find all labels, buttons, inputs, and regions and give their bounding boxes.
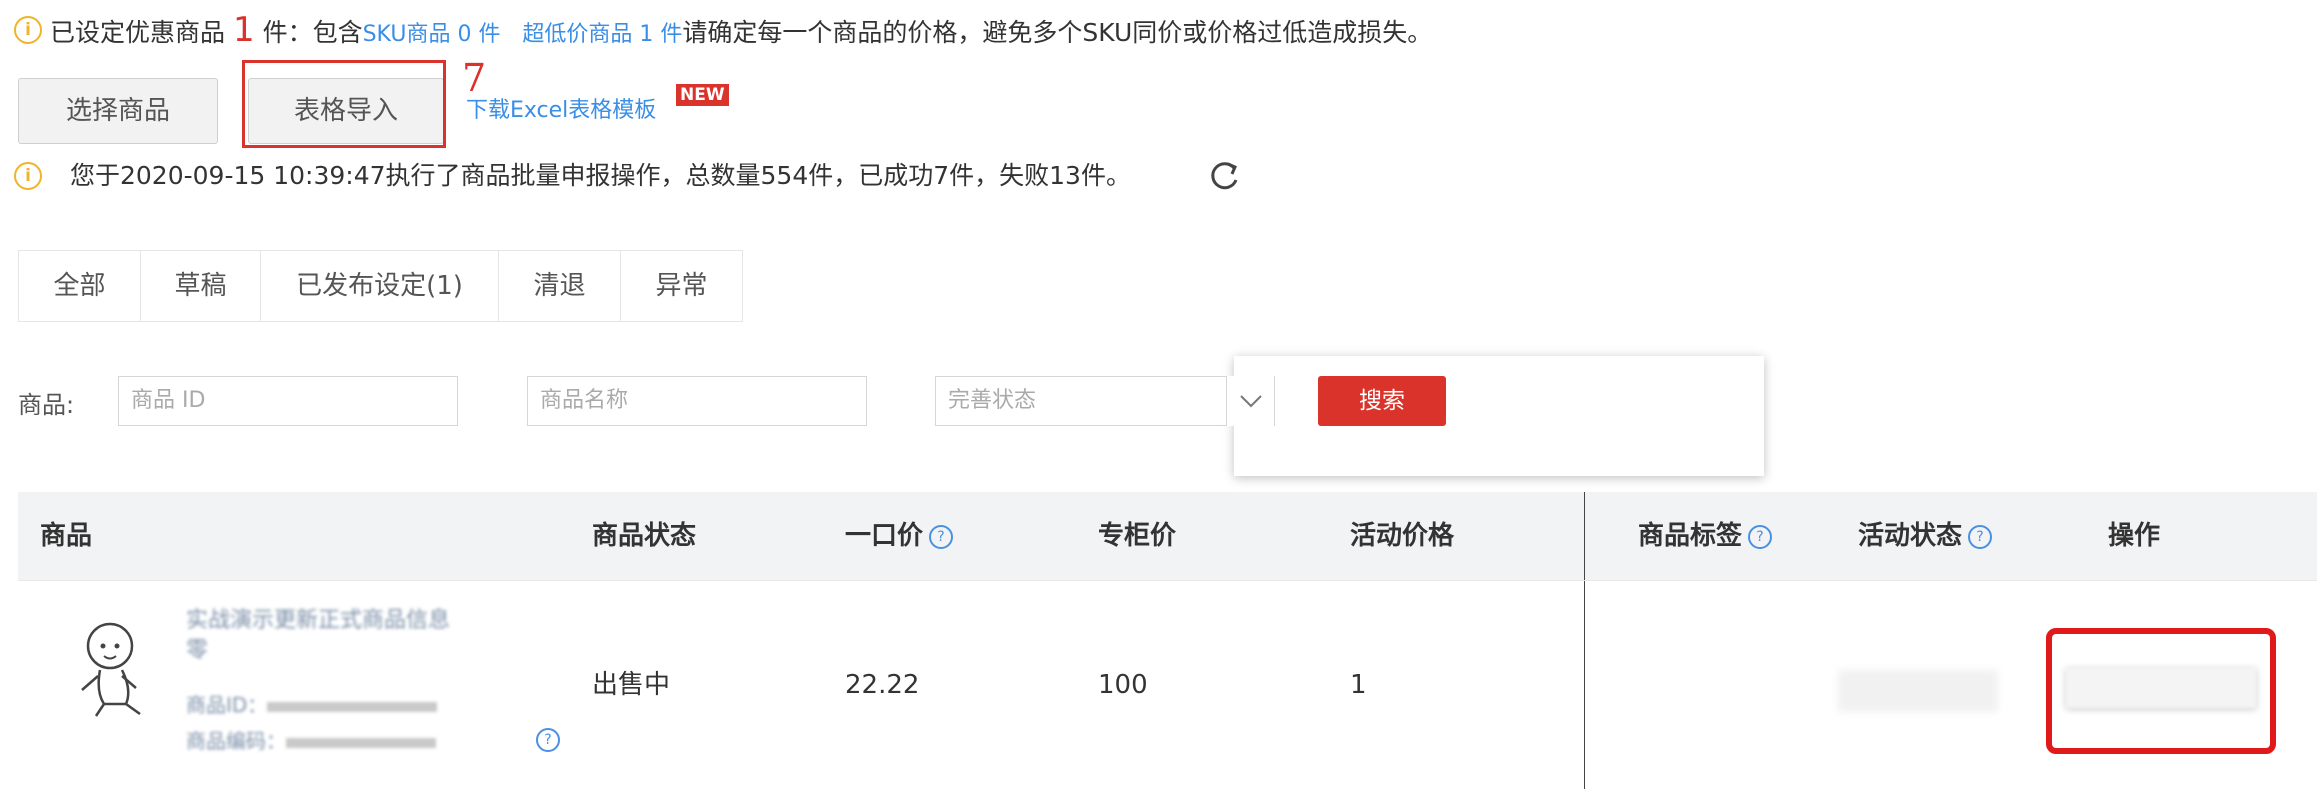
product-title-line1: 实战演示更新正式商品信息 (186, 608, 451, 633)
search-button[interactable]: 搜索 (1318, 376, 1446, 426)
col-activity-price: 活动价格 (1350, 521, 1455, 551)
product-id-input[interactable]: 商品 ID (118, 376, 458, 426)
col-tags-label: 商品标签 (1638, 521, 1743, 551)
help-icon[interactable]: ? (536, 728, 560, 752)
new-badge: NEW (676, 84, 729, 106)
tab-cleared[interactable]: 清退 (499, 251, 621, 321)
notice-mid: 件：包含 (262, 18, 363, 47)
cell-status: 出售中 (592, 670, 671, 700)
col-operation: 操作 (2108, 521, 2161, 551)
tab-all[interactable]: 全部 (19, 251, 141, 321)
notice-prefix: 已设定优惠商品 (50, 18, 226, 47)
promo-notice: 已设定优惠商品 1 件：包含SKU商品 0 件 超低价商品 1 件请确定每一个商… (50, 10, 1432, 50)
tab-published[interactable]: 已发布设定(1) (261, 251, 499, 321)
col-counter-price: 专柜价 (1098, 521, 1177, 551)
col-tags: 商品标签? (1638, 492, 1773, 580)
tab-draft[interactable]: 草稿 (141, 251, 261, 321)
product-id-label: 商品ID： (186, 693, 268, 717)
table-row: 实战演示更新正式商品信息 零 商品ID： 商品编码： ? 出售中 22.22 1… (18, 580, 2317, 789)
row-divider (18, 580, 2317, 581)
download-template-link[interactable]: 下载Excel表格模板 (466, 92, 656, 124)
product-thumbnail (70, 612, 166, 722)
col-activity-status: 活动状态? (1858, 492, 1993, 580)
help-icon[interactable]: ? (1968, 524, 1993, 549)
help-icon[interactable]: ? (929, 524, 954, 549)
cell-price: 22.22 (845, 670, 920, 700)
col-price: 一口价? (845, 492, 954, 580)
status-select[interactable]: 完善状态 (935, 376, 1275, 426)
sku-goods-link[interactable]: SKU商品 0 件 (363, 22, 501, 47)
cell-activity-price: 1 (1350, 670, 1367, 700)
info-icon: i (14, 162, 42, 190)
col-goods: 商品 (40, 521, 93, 551)
tab-abnormal[interactable]: 异常 (621, 251, 742, 321)
chevron-down-icon[interactable] (1226, 376, 1274, 426)
operation-button[interactable] (2066, 668, 2256, 708)
cell-counter-price: 100 (1098, 670, 1148, 700)
filter-label: 商品: (18, 391, 75, 419)
batch-result-notice: 您于2020-09-15 10:39:47执行了商品批量申报操作，总数量554件… (70, 161, 1131, 190)
help-icon[interactable]: ? (1748, 524, 1773, 549)
product-code-meta: 商品编码： (186, 726, 436, 756)
col-price-label: 一口价 (845, 521, 924, 551)
product-id-meta: 商品ID： (186, 690, 438, 720)
low-price-goods-link[interactable]: 超低价商品 1 件 (522, 22, 682, 47)
notice-suffix: 请确定每一个商品的价格，避免多个SKU同价或价格过低造成损失。 (682, 18, 1433, 47)
highlight-box (242, 60, 446, 148)
col-status: 商品状态 (592, 521, 697, 551)
promo-count: 1 (232, 10, 255, 50)
refresh-icon[interactable] (1204, 156, 1244, 196)
product-title[interactable]: 实战演示更新正式商品信息 零 (186, 606, 566, 666)
product-name-input[interactable]: 商品名称 (527, 376, 867, 426)
info-icon: i (14, 16, 42, 44)
blurred-status (1838, 670, 1998, 712)
col-activity-status-label: 活动状态 (1858, 521, 1963, 551)
status-tabs: 全部 草稿 已发布设定(1) 清退 异常 (18, 250, 743, 322)
dropdown-panel (1234, 356, 1764, 476)
table-header: 商品 商品状态 一口价? 专柜价 活动价格 商品标签? 活动状态? 操作 (18, 492, 2317, 580)
select-goods-button[interactable]: 选择商品 (18, 78, 218, 144)
product-code-label: 商品编码： (186, 729, 286, 753)
product-title-line2: 零 (186, 638, 209, 663)
